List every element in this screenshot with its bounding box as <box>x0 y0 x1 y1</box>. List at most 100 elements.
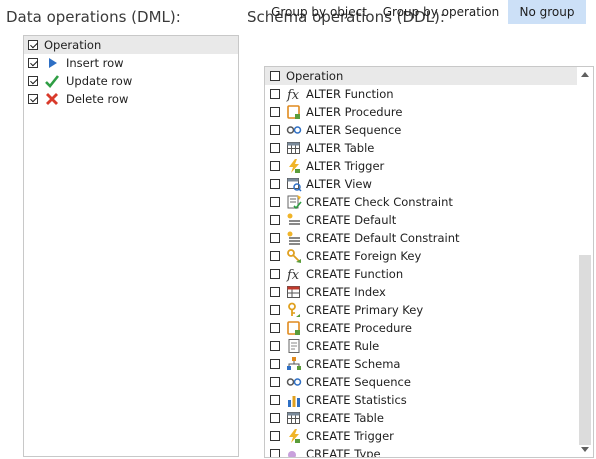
list-item-create-sequence[interactable]: CREATE Sequence <box>265 373 593 391</box>
list-item-alter-table[interactable]: ALTER Table <box>265 139 593 157</box>
item-label: CREATE Type <box>306 447 381 458</box>
item-checkbox[interactable] <box>270 305 280 315</box>
item-label: Insert row <box>66 56 124 70</box>
list-item-create-foreign-key[interactable]: CREATE Foreign Key <box>265 247 593 265</box>
sequence-icon <box>286 374 302 390</box>
dml-section-title: Data operations (DML): <box>6 8 181 26</box>
item-label: CREATE Sequence <box>306 375 411 389</box>
dml-header-label: Operation <box>44 38 102 52</box>
ddl-header-label: Operation <box>286 69 344 83</box>
list-item-create-trigger[interactable]: CREATE Trigger <box>265 427 593 445</box>
list-item-create-check-constraint[interactable]: CREATE Check Constraint <box>265 193 593 211</box>
ddl-vertical-scrollbar[interactable] <box>577 67 593 457</box>
list-item-create-type[interactable]: CREATE Type <box>265 445 593 458</box>
item-checkbox[interactable] <box>270 161 280 171</box>
scrollbar-thumb[interactable] <box>579 255 591 445</box>
function-icon: fx <box>286 266 302 282</box>
item-checkbox[interactable] <box>270 143 280 153</box>
list-item-create-primary-key[interactable]: CREATE Primary Key <box>265 301 593 319</box>
item-label: CREATE Procedure <box>306 321 412 335</box>
play-triangle-icon <box>44 55 60 71</box>
item-checkbox[interactable] <box>270 413 280 423</box>
dml-header-row[interactable]: Operation <box>24 36 238 54</box>
tab-group-by-operation[interactable]: Group by operation <box>380 0 502 24</box>
list-item-alter-view[interactable]: ALTER View <box>265 175 593 193</box>
list-item-insert-row[interactable]: Insert row <box>24 54 238 72</box>
ddl-operations-list[interactable]: Operation fx ALTER Function ALTER Procedur… <box>264 66 594 458</box>
item-label: CREATE Rule <box>306 339 380 353</box>
scroll-up-arrow-icon[interactable] <box>581 72 589 77</box>
item-label: ALTER View <box>306 177 372 191</box>
default-constraint-icon <box>286 230 302 246</box>
item-checkbox[interactable] <box>270 431 280 441</box>
list-item-create-default[interactable]: CREATE Default <box>265 211 593 229</box>
list-item-create-procedure[interactable]: CREATE Procedure <box>265 319 593 337</box>
list-item-create-schema[interactable]: CREATE Schema <box>265 355 593 373</box>
tab-no-group[interactable]: No group <box>508 0 586 24</box>
item-checkbox[interactable] <box>270 287 280 297</box>
list-item-alter-function[interactable]: fx ALTER Function <box>265 85 593 103</box>
item-checkbox[interactable] <box>270 215 280 225</box>
trigger-icon <box>286 158 302 174</box>
item-checkbox[interactable] <box>270 197 280 207</box>
item-checkbox[interactable] <box>28 58 38 68</box>
list-item-create-table[interactable]: CREATE Table <box>265 409 593 427</box>
item-checkbox[interactable] <box>270 377 280 387</box>
item-checkbox[interactable] <box>270 125 280 135</box>
ddl-header-row[interactable]: Operation <box>265 67 578 85</box>
item-label: Delete row <box>66 92 129 106</box>
item-checkbox[interactable] <box>270 89 280 99</box>
item-checkbox[interactable] <box>270 341 280 351</box>
item-checkbox[interactable] <box>270 251 280 261</box>
item-label: ALTER Procedure <box>306 105 403 119</box>
item-checkbox[interactable] <box>28 76 38 86</box>
list-item-create-default-constraint[interactable]: CREATE Default Constraint <box>265 229 593 247</box>
procedure-icon <box>286 104 302 120</box>
item-checkbox[interactable] <box>270 233 280 243</box>
sequence-icon <box>286 122 302 138</box>
check-constraint-icon <box>286 194 302 210</box>
item-checkbox[interactable] <box>270 359 280 369</box>
item-label: CREATE Foreign Key <box>306 249 422 263</box>
list-item-alter-trigger[interactable]: ALTER Trigger <box>265 157 593 175</box>
item-checkbox[interactable] <box>270 269 280 279</box>
item-label: CREATE Index <box>306 285 386 299</box>
list-item-delete-row[interactable]: Delete row <box>24 90 238 108</box>
dml-select-all-checkbox[interactable] <box>28 40 38 50</box>
list-item-update-row[interactable]: Update row <box>24 72 238 90</box>
list-item-create-statistics[interactable]: CREATE Statistics <box>265 391 593 409</box>
item-checkbox[interactable] <box>270 395 280 405</box>
tab-group-by-object[interactable]: Group by object <box>268 0 370 24</box>
statistics-icon <box>286 392 302 408</box>
item-checkbox[interactable] <box>270 449 280 457</box>
item-checkbox[interactable] <box>28 94 38 104</box>
list-item-alter-sequence[interactable]: ALTER Sequence <box>265 121 593 139</box>
item-checkbox[interactable] <box>270 107 280 117</box>
item-label: CREATE Check Constraint <box>306 195 453 209</box>
dml-operations-list[interactable]: Operation Insert row Update row Delete row <box>23 35 239 457</box>
type-icon <box>286 446 302 457</box>
svg-text:fx: fx <box>286 88 300 102</box>
trigger-icon <box>286 428 302 444</box>
item-checkbox[interactable] <box>270 179 280 189</box>
default-icon <box>286 212 302 228</box>
item-label: ALTER Function <box>306 87 394 101</box>
item-label: ALTER Table <box>306 141 375 155</box>
scroll-down-arrow-icon[interactable] <box>581 447 589 452</box>
index-icon <box>286 284 302 300</box>
item-label: CREATE Schema <box>306 357 401 371</box>
list-item-alter-procedure[interactable]: ALTER Procedure <box>265 103 593 121</box>
green-check-icon <box>44 73 60 89</box>
item-label: CREATE Trigger <box>306 429 394 443</box>
schema-icon <box>286 356 302 372</box>
list-item-create-index[interactable]: CREATE Index <box>265 283 593 301</box>
procedure-icon <box>286 320 302 336</box>
table-icon <box>286 140 302 156</box>
view-icon <box>286 176 302 192</box>
item-label: CREATE Statistics <box>306 393 407 407</box>
list-item-create-rule[interactable]: CREATE Rule <box>265 337 593 355</box>
ddl-select-all-checkbox[interactable] <box>270 71 280 81</box>
list-item-create-function[interactable]: fx CREATE Function <box>265 265 593 283</box>
table-icon <box>286 410 302 426</box>
item-checkbox[interactable] <box>270 323 280 333</box>
